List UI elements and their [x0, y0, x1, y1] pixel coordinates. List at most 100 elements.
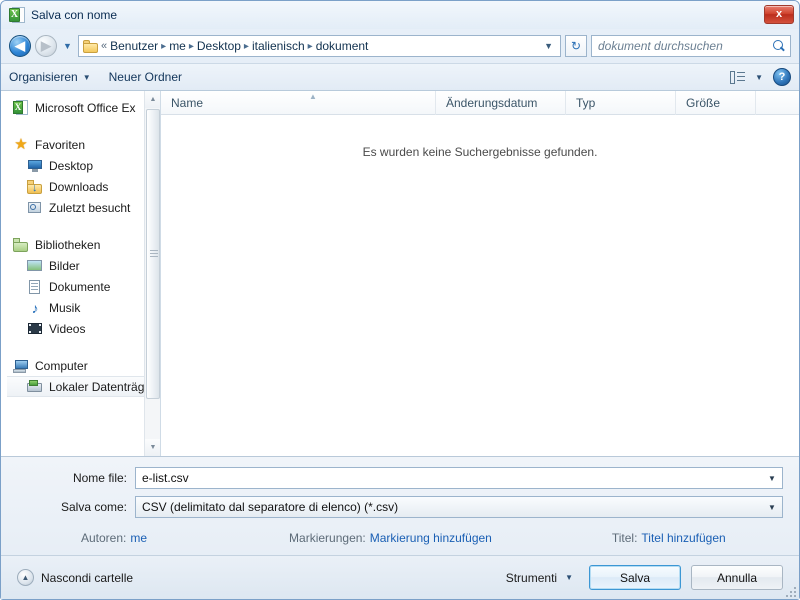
sidebar-item-desktop[interactable]: Desktop [1, 155, 160, 176]
organize-button[interactable]: Organisieren ▼ [9, 70, 91, 84]
chevron-down-icon[interactable]: ▼ [541, 41, 556, 51]
add-title-link[interactable]: Titel hinzufügen [641, 531, 725, 545]
filename-input[interactable]: e-list.csv ▼ [135, 467, 783, 489]
music-icon [27, 300, 43, 316]
add-tag-link[interactable]: Markierung hinzufügen [370, 531, 492, 545]
search-box[interactable] [591, 35, 791, 57]
sort-ascending-icon: ▲ [309, 92, 317, 101]
sidebar-item-label: Lokaler Datenträg [49, 379, 145, 394]
new-folder-button[interactable]: Neuer Ordner [109, 70, 182, 84]
breadcrumb-separator-icon[interactable]: ▸ [189, 41, 194, 52]
breadcrumb-segment-italienisch[interactable]: italienisch [252, 39, 305, 53]
content-area: X Microsoft Office Ex Favoriten Desktop … [1, 90, 799, 456]
tags-label: Markierungen: [289, 531, 366, 545]
view-mode-icon[interactable] [730, 70, 746, 84]
computer-icon [13, 358, 29, 374]
videos-icon [27, 321, 43, 337]
view-mode-chevron-down-icon[interactable]: ▼ [755, 73, 763, 82]
sidebar-item-label: Microsoft Office Ex [35, 100, 136, 115]
command-toolbar: Organisieren ▼ Neuer Ordner ▼ ? [1, 63, 799, 91]
footer-actions: Strumenti ▼ Salva Annulla [506, 565, 783, 590]
chevron-down-icon[interactable]: ▼ [764, 503, 780, 512]
sidebar-item-label: Favoriten [35, 137, 86, 152]
refresh-icon[interactable]: ↻ [565, 35, 587, 57]
chevron-down-icon[interactable]: ▼ [764, 474, 780, 483]
libraries-icon [13, 237, 29, 253]
filename-row: Nome file: e-list.csv ▼ [17, 467, 783, 489]
save-button[interactable]: Salva [589, 565, 681, 590]
save-as-dialog: X Salva con nome x ◀ ▶ ▼ « Benutzer ▸ me… [0, 0, 800, 600]
empty-results-text: Es wurden keine Suchergebnisse gefunden. [362, 145, 598, 159]
sidebar-item-bibliotheken[interactable]: Bibliotheken [1, 234, 160, 255]
sidebar-item-zuletzt-besucht[interactable]: Zuletzt besucht [1, 197, 160, 218]
column-header-name[interactable]: Name [161, 90, 436, 115]
sidebar-item-label: Zuletzt besucht [49, 200, 131, 215]
column-header-type[interactable]: Typ [566, 90, 676, 115]
sidebar-item-label: Desktop [49, 158, 94, 173]
sidebar-item-bilder[interactable]: Bilder [1, 255, 160, 276]
cancel-button[interactable]: Annulla [691, 565, 783, 590]
back-button[interactable]: ◀ [9, 35, 31, 57]
scroll-down-button[interactable]: ▼ [145, 439, 160, 456]
breadcrumb-separator-icon[interactable]: ▸ [161, 41, 166, 52]
help-icon[interactable]: ? [773, 68, 791, 86]
sidebar-scrollbar[interactable]: ▲ ▼ [144, 91, 160, 456]
search-input[interactable] [596, 38, 773, 54]
filetype-select[interactable]: CSV (delimitato dal separatore di elenco… [135, 496, 783, 518]
breadcrumb-segment-dokument[interactable]: dokument [316, 39, 369, 53]
toolbar-right-group: ▼ ? [730, 68, 791, 86]
forward-arrow-icon: ▶ [41, 38, 51, 53]
authors-label: Autoren: [81, 531, 127, 545]
sidebar-item-label: Musik [49, 300, 81, 315]
sidebar-item-musik[interactable]: Musik [1, 297, 160, 318]
empty-results-message: Es wurden keine Suchergebnisse gefunden. [161, 115, 799, 456]
breadcrumb-segment-benutzer[interactable]: Benutzer [110, 39, 158, 53]
hide-folders-button[interactable]: ▲ Nascondi cartelle [17, 569, 133, 586]
sidebar-item-videos[interactable]: Videos [1, 318, 160, 339]
organize-label: Organisieren [9, 70, 78, 84]
downloads-icon: ↓ [27, 179, 43, 195]
save-form: Nome file: e-list.csv ▼ Salva come: CSV … [1, 456, 799, 555]
title-bar: X Salva con nome x [1, 1, 799, 29]
filetype-row: Salva come: CSV (delimitato dal separato… [17, 496, 783, 518]
scrollbar-thumb[interactable] [146, 109, 160, 399]
tags-field: Markierungen: Markierung hinzufügen [289, 531, 492, 545]
column-header-row: Name Änderungsdatum Typ Größe ▲ [161, 90, 799, 115]
sidebar-item-dokumente[interactable]: Dokumente [1, 276, 160, 297]
forward-button[interactable]: ▶ [35, 35, 57, 57]
breadcrumb-segment-desktop[interactable]: Desktop [197, 39, 241, 53]
breadcrumb-separator-icon[interactable]: ▸ [244, 41, 249, 52]
chevron-down-icon: ▼ [565, 573, 573, 582]
metadata-row: Autoren: me Markierungen: Markierung hin… [17, 525, 783, 549]
title-label: Titel: [611, 531, 638, 545]
sidebar-item-label: Bilder [49, 258, 80, 273]
resize-grip-icon[interactable] [784, 585, 796, 597]
close-button[interactable]: x [764, 5, 794, 24]
column-header-filler [756, 91, 799, 115]
column-header-size[interactable]: Größe [676, 90, 756, 115]
history-dropdown-icon[interactable]: ▼ [61, 36, 74, 56]
breadcrumb-separator-icon[interactable]: ▸ [308, 41, 313, 52]
breadcrumb-segment-me[interactable]: me [169, 39, 186, 53]
sidebar-item-microsoft-office-excel[interactable]: X Microsoft Office Ex [1, 97, 160, 118]
documents-icon [27, 279, 43, 295]
column-header-date-modified[interactable]: Änderungsdatum [436, 90, 566, 115]
sidebar-item-computer[interactable]: Computer [1, 355, 160, 376]
recent-places-icon [27, 200, 43, 216]
sidebar-item-label: Videos [49, 321, 86, 336]
scroll-up-button[interactable]: ▲ [145, 91, 160, 108]
tools-button[interactable]: Strumenti ▼ [506, 571, 579, 585]
authors-value[interactable]: me [130, 531, 147, 545]
breadcrumb[interactable]: « Benutzer ▸ me ▸ Desktop ▸ italienisch … [78, 35, 561, 57]
title-field: Titel: Titel hinzufügen [612, 531, 726, 545]
search-icon[interactable] [773, 39, 786, 53]
excel-icon: X [13, 99, 29, 116]
sidebar-item-lokaler-datentraeger[interactable]: Lokaler Datenträg [7, 376, 160, 397]
folder-icon [83, 39, 98, 53]
chevron-up-icon: ▲ [17, 569, 34, 586]
breadcrumb-overflow-icon[interactable]: « [101, 40, 107, 52]
hide-folders-label: Nascondi cartelle [41, 570, 134, 585]
sidebar-item-downloads[interactable]: ↓ Downloads [1, 176, 160, 197]
authors-field: Autoren: me [81, 531, 147, 545]
sidebar-item-favoriten[interactable]: Favoriten [1, 134, 160, 155]
